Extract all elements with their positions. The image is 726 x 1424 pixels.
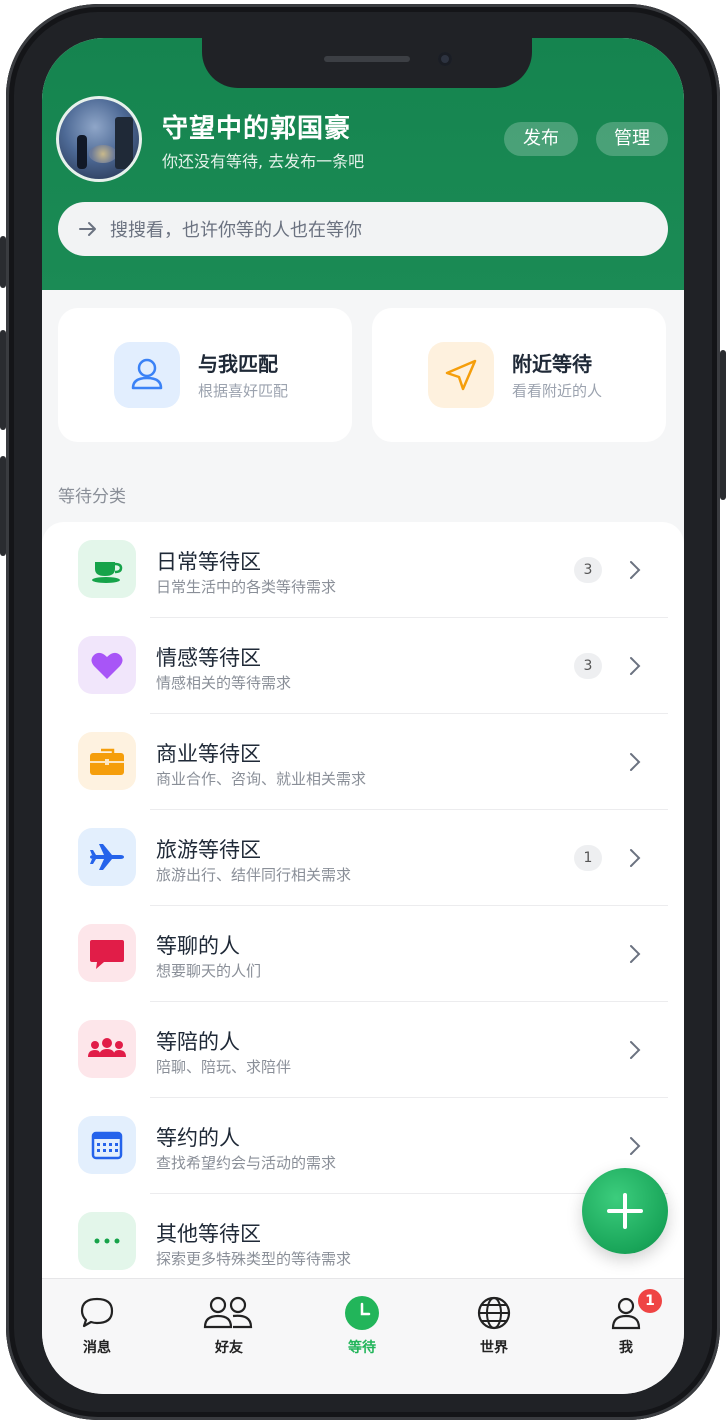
arrow-right-icon bbox=[78, 219, 98, 243]
category-title: 日常等待区 bbox=[156, 550, 261, 574]
more-dots-icon bbox=[78, 1212, 136, 1270]
category-subtitle: 陪聊、陪玩、求陪伴 bbox=[156, 1058, 292, 1076]
avatar[interactable] bbox=[56, 96, 142, 182]
chevron-right-icon bbox=[628, 1134, 642, 1162]
category-subtitle: 旅游出行、结伴同行相关需求 bbox=[156, 866, 352, 884]
category-title: 旅游等待区 bbox=[156, 838, 261, 862]
category-subtitle: 情感相关的等待需求 bbox=[156, 674, 292, 692]
category-row-daily[interactable]: 日常等待区 日常生活中的各类等待需求 3 bbox=[42, 522, 684, 618]
phone-side-button bbox=[720, 350, 726, 500]
profile-header: 守望中的郭国豪 你还没有等待, 去发布一条吧 发布 管理 搜搜看，也许你等的人也… bbox=[42, 38, 684, 290]
tab-world[interactable]: 世界 bbox=[439, 1293, 549, 1363]
coffee-cup-icon bbox=[78, 540, 136, 598]
chat-bubble-icon bbox=[78, 924, 136, 982]
category-row-companion[interactable]: 等陪的人 陪聊、陪玩、求陪伴 bbox=[42, 1002, 684, 1098]
category-subtitle: 探索更多特殊类型的等待需求 bbox=[156, 1250, 352, 1268]
category-title: 其他等待区 bbox=[156, 1222, 261, 1246]
category-title: 等陪的人 bbox=[156, 1030, 240, 1054]
chevron-right-icon bbox=[628, 654, 642, 682]
tab-label: 好友 bbox=[215, 1340, 243, 1356]
notification-badge: 1 bbox=[638, 1289, 662, 1313]
camera bbox=[438, 52, 452, 66]
phone-side-button bbox=[0, 236, 6, 288]
user-icon bbox=[114, 342, 180, 408]
category-row-chat[interactable]: 等聊的人 想要聊天的人们 bbox=[42, 906, 684, 1002]
group-icon bbox=[78, 1020, 136, 1078]
tab-me[interactable]: 1 我 bbox=[571, 1289, 681, 1363]
speaker bbox=[324, 56, 410, 62]
chevron-right-icon bbox=[628, 558, 642, 586]
app-screen: 守望中的郭国豪 你还没有等待, 去发布一条吧 发布 管理 搜搜看，也许你等的人也… bbox=[42, 38, 684, 1394]
search-bar[interactable]: 搜搜看，也许你等的人也在等你 bbox=[58, 202, 668, 256]
match-card[interactable]: 与我匹配 根据喜好匹配 bbox=[58, 308, 352, 442]
briefcase-icon bbox=[78, 732, 136, 790]
category-title: 等聊的人 bbox=[156, 934, 240, 958]
tab-label: 消息 bbox=[83, 1340, 111, 1356]
username: 守望中的郭国豪 bbox=[162, 114, 352, 144]
chevron-right-icon bbox=[628, 942, 642, 970]
category-subtitle: 商业合作、咨询、就业相关需求 bbox=[156, 770, 367, 788]
category-title: 情感等待区 bbox=[156, 646, 261, 670]
category-row-business[interactable]: 商业等待区 商业合作、咨询、就业相关需求 bbox=[42, 714, 684, 810]
category-title: 等约的人 bbox=[156, 1126, 240, 1150]
match-card-title: 与我匹配 bbox=[198, 352, 278, 376]
airplane-icon bbox=[78, 828, 136, 886]
tab-waiting[interactable]: 等待 bbox=[307, 1293, 417, 1363]
category-subtitle: 日常生活中的各类等待需求 bbox=[156, 578, 337, 596]
header-subtitle: 你还没有等待, 去发布一条吧 bbox=[162, 152, 365, 171]
phone-side-button bbox=[0, 456, 6, 556]
tab-label: 等待 bbox=[348, 1340, 376, 1356]
chevron-right-icon bbox=[628, 750, 642, 778]
count-badge: 3 bbox=[574, 557, 602, 583]
nearby-card-title: 附近等待 bbox=[512, 352, 592, 376]
message-icon bbox=[77, 1293, 117, 1333]
section-label: 等待分类 bbox=[58, 487, 126, 507]
navigation-icon bbox=[428, 342, 494, 408]
count-badge: 3 bbox=[574, 653, 602, 679]
tab-messages[interactable]: 消息 bbox=[42, 1293, 152, 1363]
search-placeholder: 搜搜看，也许你等的人也在等你 bbox=[110, 220, 362, 241]
category-subtitle: 想要聊天的人们 bbox=[156, 962, 262, 980]
count-badge: 1 bbox=[574, 845, 602, 871]
clock-icon bbox=[342, 1293, 382, 1333]
add-wait-button[interactable] bbox=[582, 1168, 668, 1254]
category-subtitle: 查找希望约会与活动的需求 bbox=[156, 1154, 337, 1172]
tab-label: 我 bbox=[619, 1340, 633, 1356]
category-row-emotion[interactable]: 情感等待区 情感相关的等待需求 3 bbox=[42, 618, 684, 714]
nearby-card-subtitle: 看看附近的人 bbox=[512, 382, 603, 400]
chevron-right-icon bbox=[628, 846, 642, 874]
chevron-right-icon bbox=[628, 1038, 642, 1066]
bottom-tab-bar: 消息 好友 等待 世界 1 我 bbox=[42, 1278, 684, 1394]
tab-label: 世界 bbox=[480, 1340, 508, 1356]
plus-icon bbox=[607, 1193, 643, 1229]
calendar-icon bbox=[78, 1116, 136, 1174]
publish-button[interactable]: 发布 bbox=[504, 122, 578, 156]
manage-button[interactable]: 管理 bbox=[596, 122, 668, 156]
heart-icon bbox=[78, 636, 136, 694]
phone-side-button bbox=[0, 330, 6, 430]
match-card-subtitle: 根据喜好匹配 bbox=[198, 382, 289, 400]
tab-friends[interactable]: 好友 bbox=[174, 1293, 284, 1363]
category-title: 商业等待区 bbox=[156, 742, 261, 766]
category-row-travel[interactable]: 旅游等待区 旅游出行、结伴同行相关需求 1 bbox=[42, 810, 684, 906]
friends-icon bbox=[200, 1293, 256, 1333]
globe-icon bbox=[474, 1293, 514, 1333]
notch bbox=[202, 38, 532, 88]
nearby-card[interactable]: 附近等待 看看附近的人 bbox=[372, 308, 666, 442]
